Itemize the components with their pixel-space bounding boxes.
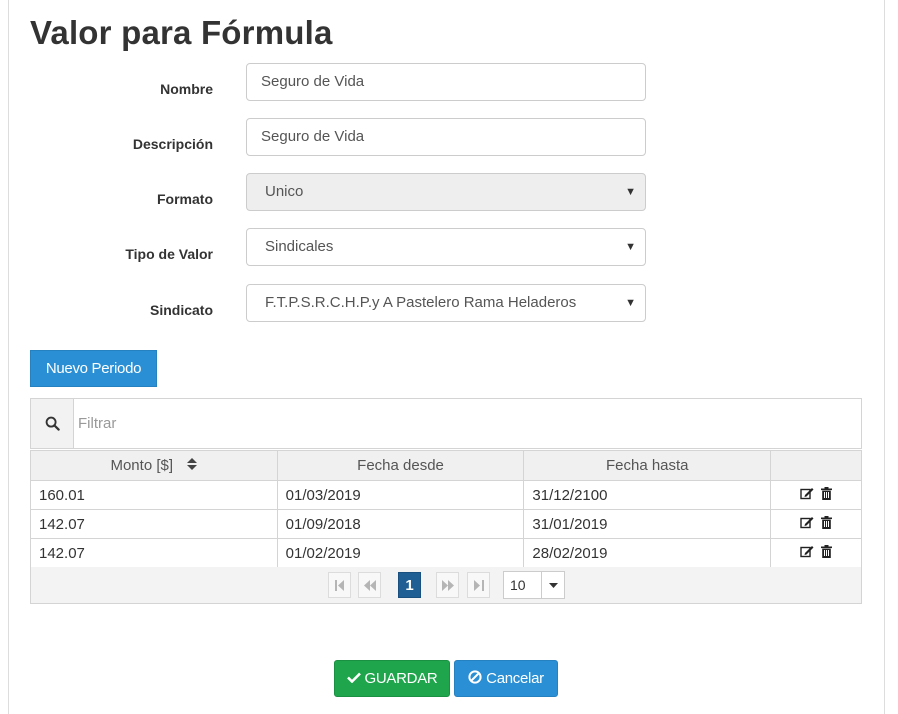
descripcion-input[interactable]: Seguro de Vida [246, 118, 646, 156]
save-button-label: GUARDAR [364, 670, 438, 687]
tipo-valor-label: Tipo de Valor [125, 246, 213, 262]
filter-input[interactable]: Filtrar [78, 399, 116, 448]
trash-icon[interactable] [820, 544, 832, 562]
cell-fecha-hasta: 31/01/2019 [523, 509, 772, 539]
cell-fecha-desde: 01/03/2019 [276, 480, 525, 510]
nombre-input[interactable]: Seguro de Vida [246, 63, 646, 101]
nombre-label: Nombre [160, 81, 213, 97]
tipo-valor-value: Sindicales [265, 238, 334, 255]
cell-monto: 142.07 [30, 538, 278, 568]
cell-actions [770, 509, 862, 539]
column-header-monto[interactable]: Monto [$] [30, 450, 278, 481]
cell-actions [770, 538, 862, 568]
cell-actions [770, 480, 862, 510]
tipo-valor-select[interactable]: Sindicales ▼ [246, 228, 646, 266]
cell-fecha-desde: 01/09/2018 [276, 509, 525, 539]
previous-page-icon[interactable] [358, 572, 381, 598]
last-page-icon[interactable] [467, 572, 490, 598]
formato-value: Unico [265, 183, 304, 200]
descripcion-label: Descripción [132, 136, 213, 152]
sort-icon[interactable] [187, 457, 198, 474]
page-size-select[interactable]: 10 [503, 571, 565, 599]
caret-down-icon: ▼ [625, 297, 636, 309]
new-period-button[interactable]: Nuevo Periodo [30, 350, 157, 387]
cancel-button-label: Cancelar [486, 670, 544, 687]
sindicato-label: Sindicato [149, 302, 213, 318]
column-header-fecha-hasta: Fecha hasta [523, 450, 772, 481]
filter-bar: Filtrar [30, 398, 862, 449]
column-header-label: Monto [$] [110, 456, 174, 474]
formato-select: Unico ▼ [246, 173, 646, 211]
cell-fecha-hasta: 31/12/2100 [523, 480, 772, 510]
cell-fecha-desde: 01/02/2019 [276, 538, 525, 568]
column-header-actions [770, 450, 862, 481]
next-page-icon[interactable] [436, 572, 459, 598]
table-row: 142.07 01/09/2018 31/01/2019 [30, 509, 862, 539]
edit-icon[interactable] [800, 545, 814, 562]
search-icon [31, 399, 74, 448]
cell-fecha-hasta: 28/02/2019 [523, 538, 772, 568]
pager: 1 10 [30, 567, 862, 604]
trash-icon[interactable] [820, 486, 832, 504]
caret-down-icon: ▼ [625, 241, 636, 253]
caret-down-icon: ▼ [625, 186, 636, 198]
page-size-value: 10 [510, 577, 526, 593]
sindicato-select[interactable]: F.T.P.S.R.C.H.P.y A Pastelero Rama Helad… [246, 284, 646, 322]
formato-label: Formato [157, 191, 213, 207]
table-row: 142.07 01/02/2019 28/02/2019 [30, 538, 862, 568]
save-button[interactable]: GUARDAR [334, 660, 450, 697]
column-header-fecha-desde: Fecha desde [276, 450, 525, 481]
caret-down-icon [541, 572, 564, 598]
edit-icon[interactable] [800, 516, 814, 533]
table-header-row: Monto [$] Fecha desde Fecha hasta [30, 450, 862, 481]
ban-icon [468, 669, 482, 688]
cell-monto: 160.01 [30, 480, 278, 510]
periods-table: Monto [$] Fecha desde Fecha hasta 160.01… [30, 450, 862, 568]
edit-icon[interactable] [800, 487, 814, 504]
cancel-button[interactable]: Cancelar [454, 660, 558, 697]
cell-monto: 142.07 [30, 509, 278, 539]
page-button-current[interactable]: 1 [398, 572, 421, 598]
page-title: Valor para Fórmula [30, 14, 333, 51]
table-row: 160.01 01/03/2019 31/12/2100 [30, 480, 862, 510]
sindicato-value: F.T.P.S.R.C.H.P.y A Pastelero Rama Helad… [265, 294, 577, 311]
trash-icon[interactable] [820, 515, 832, 533]
first-page-icon[interactable] [328, 572, 351, 598]
check-icon [346, 670, 361, 687]
